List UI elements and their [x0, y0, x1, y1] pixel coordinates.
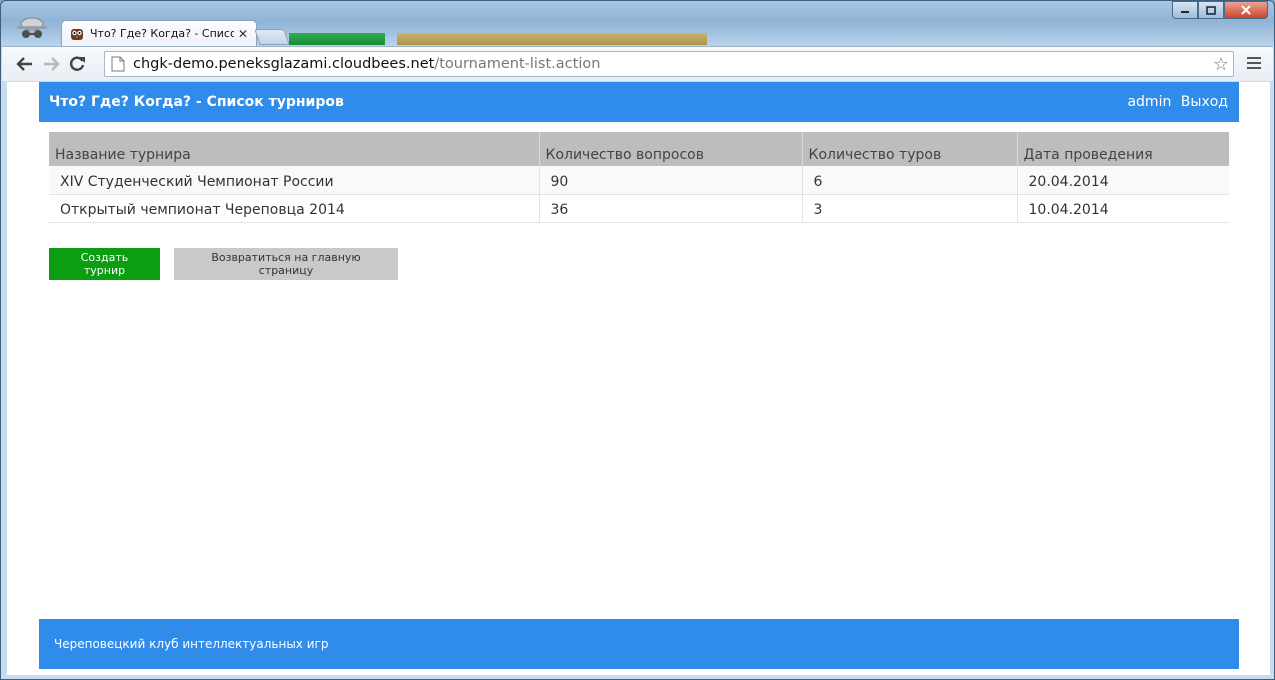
column-header-rounds: Количество туров	[802, 132, 1018, 166]
date-cell: 10.04.2014	[1017, 194, 1229, 223]
maximize-icon	[1206, 5, 1216, 15]
page-viewport: Что? Где? Когда? - Список турниров admin…	[7, 82, 1270, 675]
page-footer: Череповецкий клуб интеллектуальных игр	[39, 619, 1239, 669]
browser-window: Что? Где? Когда? - Списо ✕ chgk-demo.pen…	[0, 0, 1275, 680]
footer-text: Череповецкий клуб интеллектуальных игр	[54, 637, 329, 651]
maximize-button[interactable]	[1198, 1, 1224, 19]
page-icon	[111, 56, 125, 72]
user-area: admin Выход	[1127, 94, 1228, 110]
bookmark-star-icon[interactable]: ☆	[1213, 54, 1229, 75]
arrow-right-icon	[44, 57, 60, 71]
tournament-table: Название турнира Количество вопросов Кол…	[49, 132, 1229, 223]
rounds-count-cell: 6	[802, 166, 1018, 195]
back-to-main-button[interactable]: Возвратиться на главную страницу	[174, 248, 398, 280]
address-bar[interactable]: chgk-demo.peneksglazami.cloudbees.net/to…	[104, 51, 1234, 77]
username-link[interactable]: admin	[1127, 94, 1171, 110]
owl-favicon-icon	[71, 28, 83, 40]
table-header-row: Название турнира Количество вопросов Кол…	[49, 132, 1229, 166]
date-cell: 20.04.2014	[1017, 166, 1229, 195]
browser-tab-active[interactable]: Что? Где? Когда? - Списо ✕	[61, 20, 257, 46]
column-header-questions: Количество вопросов	[539, 132, 803, 166]
window-controls	[1172, 1, 1268, 19]
page-title: Что? Где? Когда? - Список турниров	[49, 94, 344, 110]
tournament-name-cell[interactable]: XIV Студенческий Чемпионат России	[49, 166, 540, 195]
rounds-count-cell: 3	[802, 194, 1018, 223]
new-tab-button[interactable]	[254, 29, 290, 45]
column-header-name: Название турнира	[49, 132, 540, 166]
url-host: chgk-demo.peneksglazami.cloudbees.net	[133, 56, 435, 72]
forward-button[interactable]	[38, 51, 64, 77]
action-buttons: Создать турнир Возвратиться на главную с…	[49, 248, 398, 280]
questions-count-cell: 36	[539, 194, 803, 223]
reload-icon	[69, 56, 85, 71]
reload-button[interactable]	[64, 51, 90, 77]
tab-close-icon[interactable]: ✕	[238, 27, 248, 41]
background-window-strip	[397, 33, 707, 45]
browser-toolbar: chgk-demo.peneksglazami.cloudbees.net/to…	[2, 46, 1273, 81]
table-row[interactable]: XIV Студенческий Чемпионат России 90 6 2…	[49, 166, 1229, 195]
column-header-date: Дата проведения	[1017, 132, 1229, 166]
questions-count-cell: 90	[539, 166, 803, 195]
arrow-left-icon	[16, 57, 32, 71]
incognito-icon	[17, 17, 47, 38]
close-icon	[1241, 5, 1251, 15]
page-header: Что? Где? Когда? - Список турниров admin…	[39, 82, 1239, 122]
back-button[interactable]	[12, 51, 38, 77]
create-tournament-button[interactable]: Создать турнир	[49, 248, 160, 280]
url-path: /tournament-list.action	[434, 56, 601, 72]
logout-link[interactable]: Выход	[1181, 94, 1228, 110]
tournament-name-cell[interactable]: Открытый чемпионат Череповца 2014	[49, 194, 540, 223]
table-row[interactable]: Открытый чемпионат Череповца 2014 36 3 1…	[49, 194, 1229, 223]
background-window-strip	[289, 33, 385, 45]
minimize-button[interactable]	[1172, 1, 1198, 19]
minimize-icon	[1181, 11, 1189, 13]
chrome-menu-icon[interactable]	[1247, 55, 1261, 72]
tournament-table-container: Название турнира Количество вопросов Кол…	[49, 132, 1229, 223]
tab-title: Что? Где? Когда? - Списо	[90, 27, 234, 40]
close-window-button[interactable]	[1224, 1, 1268, 19]
